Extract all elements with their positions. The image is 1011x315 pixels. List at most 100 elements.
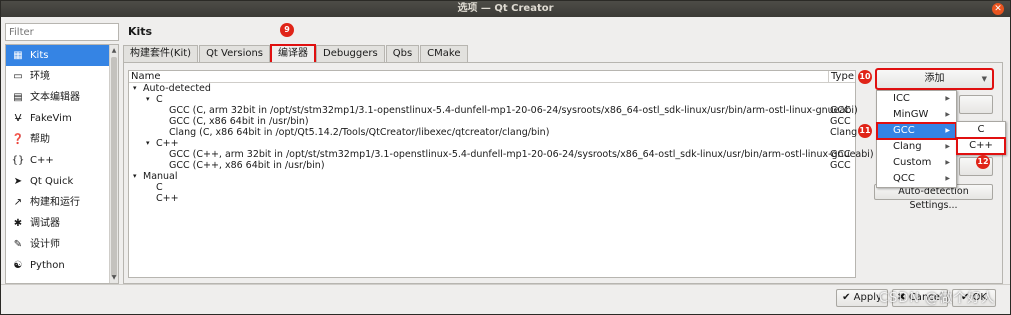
menu-item-icc[interactable]: ICC ▶ [877, 91, 956, 107]
tree-row-type: GCC [830, 116, 851, 127]
sidebar-item-6[interactable]: ➤ Qt Quick [6, 171, 118, 192]
page-title: Kits [128, 25, 153, 38]
fakevim-icon: V̶ [14, 113, 22, 124]
tree-row-type: GCC [830, 160, 851, 171]
sidebar-item-7[interactable]: ↗ 构建和运行 [6, 192, 118, 213]
tree-row[interactable]: GCC (C, arm 32bit in /opt/st/stm32mp1/3.… [129, 105, 858, 116]
tab-kits[interactable]: 构建套件(Kit) [123, 45, 199, 62]
tree-row-name: C [156, 94, 163, 105]
sidebar-item-label: 构建和运行 [30, 197, 80, 208]
tree-row[interactable]: C [129, 182, 855, 193]
sidebar-item-label: Qt Quick [30, 176, 74, 187]
tree-header: Name Type [129, 71, 855, 83]
submenu-arrow-icon: ▶ [945, 159, 950, 166]
submenu-item-c[interactable]: C [957, 122, 1005, 138]
scroll-thumb[interactable] [111, 57, 117, 277]
footer-divider [1, 284, 1010, 285]
tab-cmake[interactable]: CMake [420, 45, 468, 62]
text-editor-icon: ▤ [13, 92, 23, 103]
cpp-icon: {} [11, 155, 25, 166]
designer-icon: ✎ [13, 239, 23, 250]
tree-row-name: C++ [156, 138, 179, 149]
monitor-icon: ▭ [13, 71, 23, 82]
title-bar: 选项 — Qt Creator ✕ [1, 1, 1010, 17]
tab-qbs[interactable]: Qbs [385, 45, 420, 62]
kits-icon: ▦ [13, 50, 23, 61]
column-header-type[interactable]: Type [828, 71, 854, 83]
menu-item-label: MinGW [893, 109, 929, 120]
expand-arrow-icon[interactable]: ▾ [133, 83, 137, 94]
tab-compilers[interactable]: 编译器 [270, 44, 317, 64]
menu-item-clang[interactable]: Clang ▶ [877, 139, 956, 155]
tree-row[interactable]: C++ [129, 193, 855, 204]
sidebar-item-label: C++ [30, 155, 54, 166]
tab-debuggers[interactable]: Debuggers [316, 45, 385, 62]
sidebar-item-8[interactable]: ✱ 调试器 [6, 213, 118, 234]
sidebar: ▦ Kits ▭ 环境 ▤ 文本编辑器 V̶ FakeVim ❓ 帮助 {} C++ ➤ Qt Quick… [5, 44, 119, 284]
add-menu: ICC ▶ MinGW ▶ GCC ▶ Clang ▶ Custom ▶ QCC ▶ [876, 90, 957, 188]
tree-row-name: GCC (C, arm 32bit in /opt/st/stm32mp1/3.… [169, 105, 858, 116]
sidebar-scrollbar[interactable]: ▲ ▼ [109, 45, 118, 283]
menu-item-label: Custom [893, 157, 932, 168]
tree-row-type: GCC [830, 149, 851, 160]
submenu-arrow-icon: ▶ [945, 143, 950, 150]
expand-arrow-icon[interactable]: ▾ [146, 138, 150, 149]
tree-row-name: Manual [143, 171, 178, 182]
tree-row-name: C [156, 182, 163, 193]
menu-item-custom[interactable]: Custom ▶ [877, 155, 956, 171]
menu-item-qcc[interactable]: QCC ▶ [877, 171, 956, 187]
sidebar-item-label: 文本编辑器 [30, 92, 80, 103]
sidebar-item-label: 设计师 [30, 239, 60, 250]
sidebar-item-2[interactable]: ▤ 文本编辑器 [6, 87, 118, 108]
tree-row[interactable]: ▾ Manual [129, 171, 855, 182]
tree-row[interactable]: ▾ C [129, 94, 855, 105]
sidebar-item-1[interactable]: ▭ 环境 [6, 66, 118, 87]
sidebar-item-5[interactable]: {} C++ [6, 150, 118, 171]
expand-arrow-icon[interactable]: ▾ [146, 94, 150, 105]
tree-row-name: C++ [156, 193, 179, 204]
options-dialog: 选项 — Qt Creator ✕ ▦ Kits ▭ 环境 ▤ 文本编辑器 V̶ FakeVi… [0, 0, 1011, 315]
sidebar-item-label: Kits [30, 50, 49, 61]
sidebar-item-9[interactable]: ✎ 设计师 [6, 234, 118, 255]
tree-row-type: GCC [830, 105, 851, 116]
sidebar-item-4[interactable]: ❓ 帮助 [6, 129, 118, 150]
build-run-icon: ↗ [13, 197, 23, 208]
tree-row[interactable]: Clang (C, x86 64bit in /opt/Qt5.14.2/Too… [129, 127, 858, 138]
tree-row-name: Clang (C, x86 64bit in /opt/Qt5.14.2/Too… [169, 127, 550, 138]
watermark: CSDN @做个好人 [879, 291, 996, 306]
sidebar-item-label: FakeVim [30, 113, 72, 124]
sidebar-item-0[interactable]: ▦ Kits [6, 45, 118, 66]
tree-row-name: GCC (C++, arm 32bit in /opt/st/stm32mp1/… [169, 149, 874, 160]
submenu-arrow-icon: ▶ [945, 111, 950, 118]
python-icon: ☯ [13, 260, 23, 271]
sidebar-item-label: 帮助 [30, 134, 50, 145]
tree-row[interactable]: GCC (C++, arm 32bit in /opt/st/stm32mp1/… [129, 149, 874, 160]
add-button[interactable]: 添加 ▼ [875, 68, 994, 90]
column-header-name[interactable]: Name [131, 71, 161, 83]
window-title: 选项 — Qt Creator [457, 3, 554, 14]
clone-button[interactable] [959, 95, 993, 114]
tree-row[interactable]: GCC (C++, x86 64bit in /usr/bin) GCC [129, 160, 855, 171]
menu-item-label: QCC [893, 173, 915, 184]
tree-row[interactable]: ▾ Auto-detected [129, 83, 855, 94]
compiler-tree: Name Type ▾ Auto-detected ▾ C GCC (C, arm 32… [128, 70, 874, 278]
tree-row[interactable]: GCC (C, x86 64bit in /usr/bin) GCC [129, 116, 855, 127]
expand-arrow-icon[interactable]: ▾ [133, 171, 137, 182]
scroll-up-icon[interactable]: ▲ [110, 46, 118, 55]
filter-input[interactable] [5, 23, 119, 41]
tree-row-type: Clang [830, 127, 858, 138]
submenu-arrow-icon: ▶ [945, 127, 950, 134]
qtquick-icon: ➤ [13, 176, 23, 187]
scroll-down-icon[interactable]: ▼ [110, 273, 118, 282]
sidebar-item-3[interactable]: V̶ FakeVim [6, 108, 118, 129]
add-button-label: 添加 [924, 73, 945, 84]
tab-qt-versions[interactable]: Qt Versions [199, 45, 271, 62]
close-icon[interactable]: ✕ [992, 3, 1004, 15]
menu-item-label: ICC [893, 93, 910, 104]
gcc-submenu: C C++ [956, 121, 1006, 155]
menu-item-mingw[interactable]: MinGW ▶ [877, 107, 956, 123]
submenu-item-cpp[interactable]: C++ [956, 137, 1006, 155]
tree-row[interactable]: ▾ C++ [129, 138, 855, 149]
menu-item-gcc[interactable]: GCC ▶ [876, 122, 957, 140]
sidebar-item-10[interactable]: ☯ Python [6, 255, 118, 276]
